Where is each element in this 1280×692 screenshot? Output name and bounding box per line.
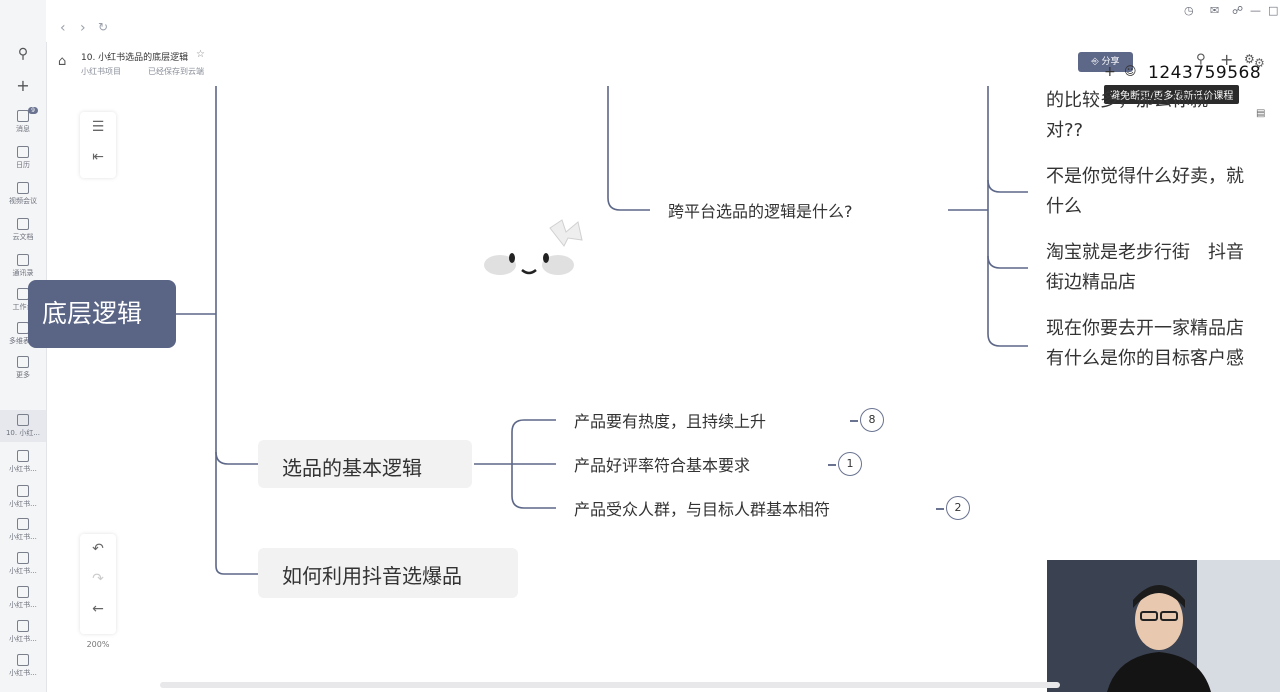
- connector-basic-child: [511, 419, 556, 433]
- node-cross-platform[interactable]: 跨平台选品的逻辑是什么?: [668, 198, 853, 222]
- mindmap-root-node[interactable]: 底层逻辑: [28, 280, 176, 348]
- node-text-line: 淘宝就是老步行街 抖音: [1046, 242, 1244, 263]
- count-tick: [936, 508, 944, 510]
- connector-trunk: [215, 86, 258, 575]
- collapsed-count-badge[interactable]: 8: [860, 408, 884, 432]
- node-cross-child[interactable]: 的比较多，那么你就 对??: [1046, 86, 1280, 146]
- node-text-line: 的比较多，那么你就: [1046, 90, 1208, 111]
- node-cross-child[interactable]: 不是你觉得什么好卖，就 什么: [1046, 162, 1280, 222]
- connector-basic-child: [511, 432, 556, 509]
- presenter-figure: [1047, 560, 1280, 692]
- connector-cross-child: [987, 179, 1028, 193]
- node-text-line: 什么: [1046, 196, 1082, 217]
- connector-cross-child: [987, 255, 1028, 269]
- collapsed-count-badge[interactable]: 2: [946, 496, 970, 520]
- connector-cross: [607, 86, 650, 211]
- collapsed-count-badge[interactable]: 1: [838, 452, 862, 476]
- node-text-line: 街边精品店: [1046, 272, 1136, 293]
- count-tick: [850, 420, 858, 422]
- node-text-line: 现在你要去开一家精品店: [1046, 318, 1244, 339]
- connector-basic: [215, 451, 258, 465]
- count-tick: [828, 464, 836, 466]
- horizontal-scrollbar[interactable]: [160, 682, 1060, 688]
- node-cross-child[interactable]: 淘宝就是老步行街 抖音 街边精品店: [1046, 238, 1280, 298]
- node-basic-child[interactable]: 产品要有热度，且持续上升: [574, 408, 766, 432]
- presenter-video: [1047, 560, 1280, 692]
- node-text-line: 对??: [1046, 120, 1084, 141]
- node-text-line: 有什么是你的目标客户感: [1046, 348, 1244, 369]
- node-basic-child[interactable]: 产品受众人群，与目标人群基本相符: [574, 496, 830, 520]
- node-douyin[interactable]: 如何利用抖音选爆品: [258, 548, 518, 598]
- node-basic-logic[interactable]: 选品的基本逻辑: [258, 440, 472, 488]
- node-cross-child[interactable]: 现在你要去开一家精品店 有什么是你的目标客户感: [1046, 314, 1280, 374]
- connector-cross-children: [987, 86, 1028, 347]
- comment-icon[interactable]: ▤: [1256, 108, 1265, 119]
- cute-face-sticker: [484, 219, 583, 275]
- node-basic-child[interactable]: 产品好评率符合基本要求: [574, 452, 750, 476]
- node-text-line: 不是你觉得什么好卖，就: [1046, 166, 1244, 187]
- settings-icon[interactable]: ⚙: [1254, 56, 1265, 70]
